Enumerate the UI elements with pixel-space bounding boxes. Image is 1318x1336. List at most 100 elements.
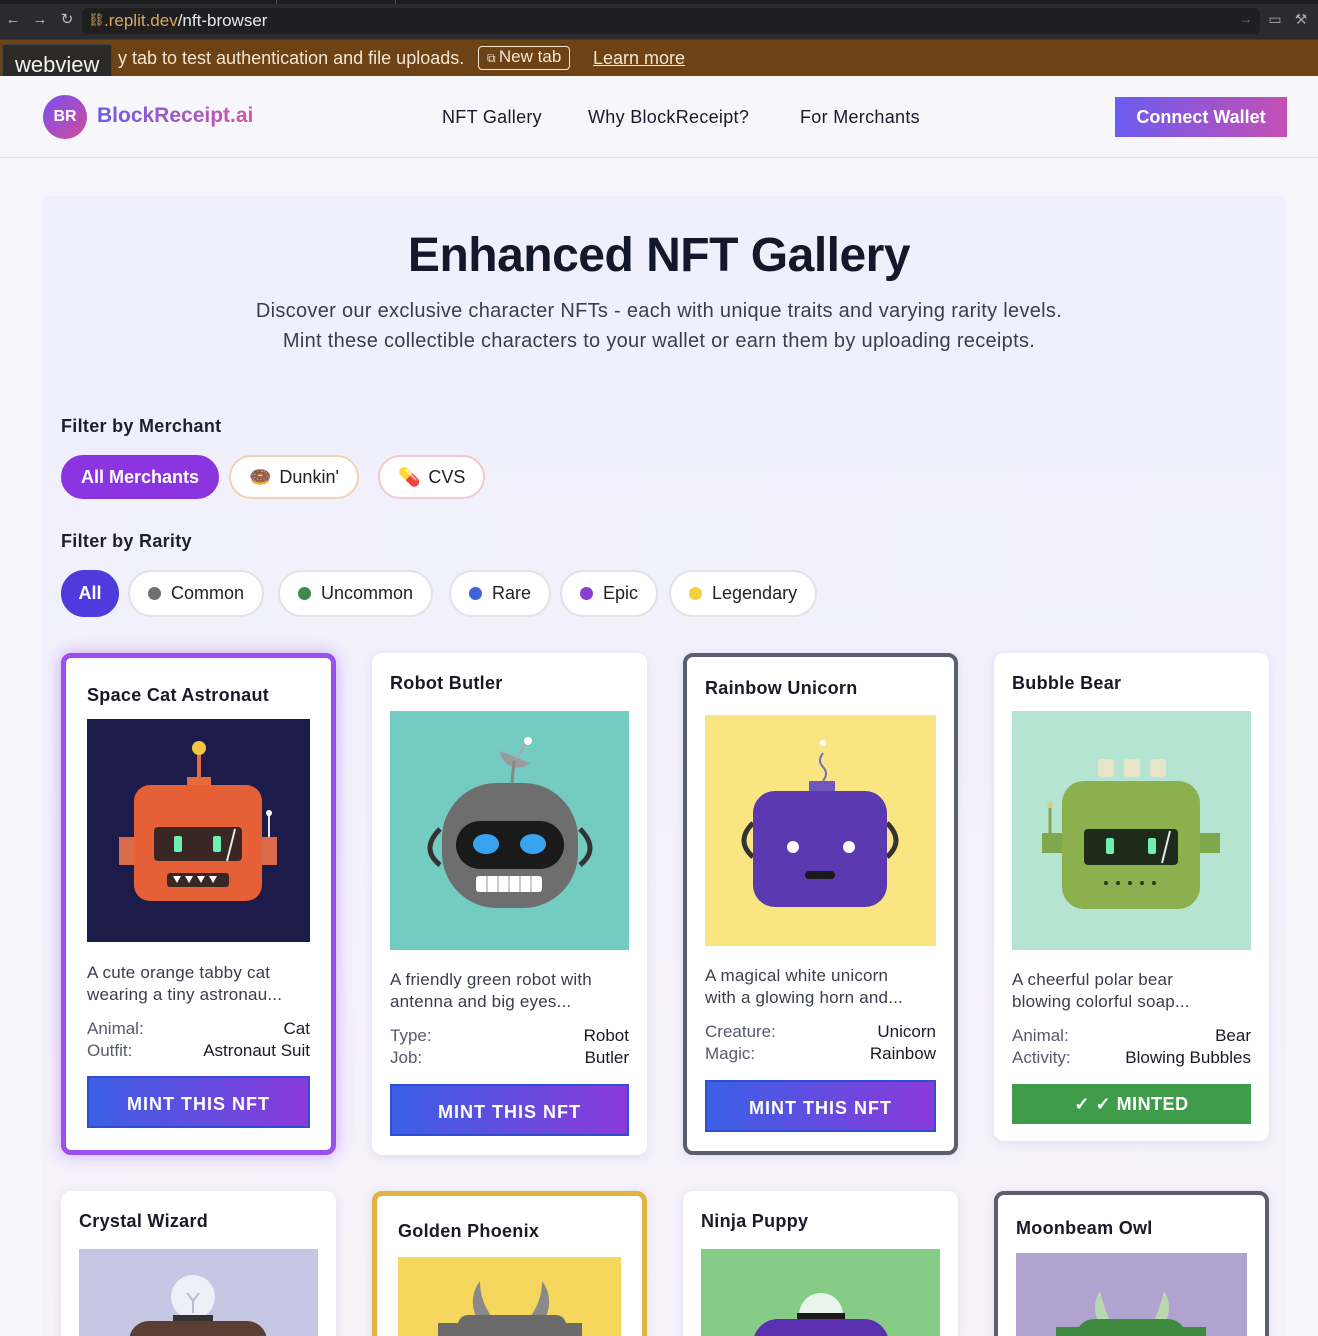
tab-strip [0, 0, 1318, 4]
merchant-filter-all-label: All Merchants [81, 467, 200, 487]
banner-text: y tab to test authentication and file up… [118, 48, 465, 68]
dome-robot-icon [754, 1293, 888, 1336]
go-arrow-icon[interactable]: → [1240, 12, 1252, 26]
rarity-filter-uncommon[interactable]: Uncommon [278, 570, 434, 617]
purple-robot-icon [741, 740, 899, 907]
card-desc-line-1: A magical white unicorn [705, 966, 889, 985]
merchant-filter-cvs[interactable]: 💊 CVS [378, 455, 486, 499]
card-title: Bubble Bear [1012, 673, 1122, 693]
merchant-filter-all[interactable]: All Merchants [61, 455, 220, 499]
card-title: Moonbeam Owl [1016, 1218, 1153, 1238]
nft-image-ninja-puppy [701, 1249, 940, 1336]
uncommon-dot-icon [298, 587, 311, 600]
lightbulb-robot-icon [129, 1275, 267, 1336]
nft-card-rainbow-unicorn[interactable]: Rainbow Unicorn A magical white unicorn … [683, 653, 958, 1155]
learn-more-link[interactable]: Learn more [593, 48, 685, 69]
trait-label: Animal: [87, 1019, 144, 1038]
nft-card-bubble-bear[interactable]: Bubble Bear A cheerful polar bear blowin… [994, 653, 1269, 1141]
rarity-filter-all-label: All [78, 583, 102, 603]
subtitle-line-1: Discover our exclusive character NFTs - … [255, 300, 1063, 322]
rarity-filter-common[interactable]: Common [128, 570, 265, 617]
trait-label: Job: [390, 1048, 423, 1067]
trait-label: Animal: [1012, 1026, 1069, 1045]
rarity-filter-epic[interactable]: Epic [560, 570, 659, 617]
orange-robot-icon [119, 741, 277, 901]
external-link-icon: ⧉ [487, 51, 499, 65]
reload-icon[interactable]: ↻ [58, 11, 76, 29]
merchant-filter-dunkin[interactable]: 🍩 Dunkin' [229, 455, 359, 499]
trait-label: Creature: [705, 1022, 776, 1041]
donut-icon: 🍩 [249, 467, 272, 487]
rarity-filter-all[interactable]: All [61, 570, 119, 617]
nav-for-merchants[interactable]: For Merchants [800, 107, 920, 128]
wrench-icon[interactable]: ⚒ [1292, 11, 1310, 29]
nft-card-golden-phoenix[interactable]: Golden Phoenix [372, 1191, 647, 1336]
devices-icon[interactable]: ▭ [1266, 11, 1284, 29]
new-tab-label: New tab [498, 47, 562, 66]
rarity-filter-rare-label: Rare [492, 583, 532, 603]
mint-button[interactable]: MINT THIS NFT [705, 1080, 936, 1132]
url-path: /nft-browser [177, 11, 268, 30]
mint-button[interactable]: MINT THIS NFT [87, 1076, 310, 1128]
card-desc-line-2: wearing a tiny astronau... [87, 985, 283, 1004]
rarity-filter-uncommon-label: Uncommon [321, 583, 414, 603]
logo-text[interactable]: BlockReceipt.ai [97, 104, 253, 128]
url-domain: .replit.dev [104, 11, 178, 30]
rarity-filter-common-label: Common [171, 583, 245, 603]
page-title: Enhanced NFT Gallery [407, 229, 911, 282]
trait-value: Bear [1215, 1026, 1251, 1045]
card-desc-line-2: antenna and big eyes... [390, 992, 572, 1011]
nft-card-crystal-wizard[interactable]: Crystal Wizard [61, 1191, 336, 1336]
nft-card-ninja-puppy[interactable]: Ninja Puppy [683, 1191, 958, 1336]
subtitle-line-2: Mint these collectible characters to you… [282, 330, 1036, 352]
card-title: Crystal Wizard [79, 1211, 209, 1231]
legendary-dot-icon [689, 587, 702, 600]
nft-image-crystal-wizard [79, 1249, 318, 1336]
common-dot-icon [148, 587, 161, 600]
trait-value: Blowing Bubbles [1125, 1048, 1251, 1067]
mint-button[interactable]: MINT THIS NFT [390, 1084, 629, 1136]
connect-wallet-button[interactable]: Connect Wallet [1115, 97, 1287, 137]
trait-value: Rainbow [869, 1044, 936, 1063]
address-bar[interactable]: ⛓ .replit.dev/nft-browser → [82, 8, 1260, 34]
link-icon: ⛓ [88, 12, 105, 27]
nft-image-robot-green [1012, 711, 1251, 950]
rarity-filter-epic-label: Epic [603, 583, 639, 603]
card-title: Rainbow Unicorn [705, 678, 858, 698]
rarity-filter-legendary-label: Legendary [712, 583, 798, 603]
nav-why-blockreceipt[interactable]: Why BlockReceipt? [588, 107, 749, 128]
merchant-filter-dunkin-label: Dunkin' [279, 467, 339, 487]
browser-toolbar: ← → ↻ ⛓ .replit.dev/nft-browser → ▭ ⚒ [0, 0, 1318, 40]
pill-icon: 💊 [398, 467, 421, 487]
minted-status-button: ✓ ✓ MINTED [1012, 1084, 1251, 1124]
rarity-filter-rare[interactable]: Rare [449, 570, 552, 617]
rarity-filter-legendary[interactable]: Legendary [669, 570, 818, 617]
epic-dot-icon [580, 587, 593, 600]
merchant-filter-cvs-label: CVS [428, 467, 466, 487]
site-header: BR BlockReceipt.ai NFT Gallery Why Block… [0, 76, 1318, 158]
nft-card-robot-butler[interactable]: Robot Butler A friendly green robot with… [372, 653, 647, 1155]
green-robot-icon [1042, 759, 1220, 909]
back-icon[interactable]: ← [4, 11, 22, 29]
card-description: A cheerful polar bear blowing colorful s… [1012, 969, 1252, 1013]
card-title: Space Cat Astronaut [87, 685, 270, 705]
active-tab-indicator [276, 0, 396, 4]
card-title: Ninja Puppy [701, 1211, 809, 1231]
logo-badge[interactable]: BR [43, 95, 87, 139]
trait-label: Activity: [1012, 1048, 1071, 1067]
card-description: A magical white unicorn with a glowing h… [705, 965, 945, 1009]
forward-icon[interactable]: → [31, 11, 49, 29]
nft-card-moonbeam-owl[interactable]: Moonbeam Owl [994, 1191, 1269, 1336]
trait-value: Cat [283, 1019, 310, 1038]
rarity-filter-label: Filter by Rarity [61, 531, 192, 551]
card-description: A cute orange tabby cat wearing a tiny a… [87, 962, 317, 1006]
nft-image-robot-orange [87, 719, 310, 942]
new-tab-button[interactable]: ⧉ New tab [478, 46, 571, 70]
nft-card-space-cat-astronaut[interactable]: Space Cat Astronaut A cute orange tabby … [61, 653, 336, 1155]
card-title: Golden Phoenix [398, 1221, 540, 1241]
nft-image-robot-gray [390, 711, 629, 950]
nft-image-golden-phoenix [398, 1257, 621, 1336]
gray-robot-icon [427, 737, 593, 908]
trait-value: Unicorn [877, 1022, 936, 1041]
nav-nft-gallery[interactable]: NFT Gallery [442, 107, 542, 128]
